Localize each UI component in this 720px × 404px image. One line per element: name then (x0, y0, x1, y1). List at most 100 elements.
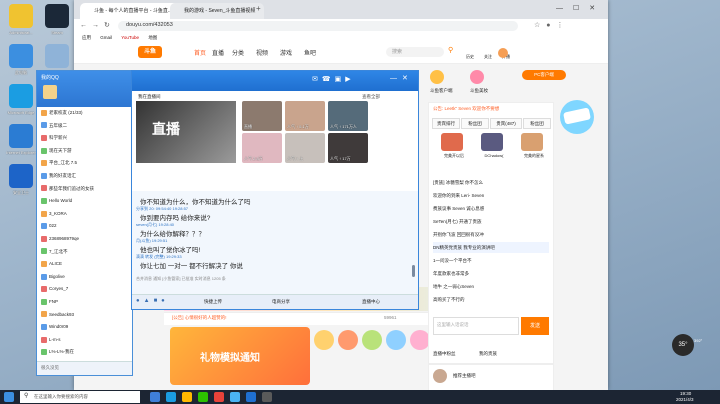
qq-list-item[interactable]: 老家校友 (21/33) (41, 109, 129, 117)
gift-icon[interactable] (362, 330, 382, 350)
recommend-card[interactable]: 推荐主播吧 (428, 364, 554, 392)
live-tab[interactable]: 我在直播间 (138, 94, 161, 100)
share-button[interactable]: 电商分享 (272, 299, 290, 305)
bookmark-item[interactable]: YouTube (121, 35, 139, 40)
chat-input[interactable]: 这里输入话说话 (433, 317, 519, 335)
nav-fishbar[interactable]: 鱼吧 (304, 48, 316, 57)
fans-list-title[interactable]: 直播中粉丝 (433, 351, 456, 357)
gifter-avatar[interactable] (441, 133, 463, 151)
stream-thumb[interactable]: 人气 ↑ 171万人 (328, 101, 368, 131)
clock-date[interactable]: 2021/4/3 (676, 397, 694, 402)
search-icon[interactable]: ⚲ (448, 46, 453, 54)
qq-list-item[interactable]: Wind0r09 (41, 323, 129, 331)
desktop-app-icon[interactable] (9, 124, 33, 148)
desktop-icon-label[interactable]: 此电脑 (4, 70, 38, 76)
qq-list-item[interactable]: FNP (41, 298, 129, 306)
pc-client-button[interactable]: PC客户端 (522, 70, 566, 80)
desktop-icon-label[interactable]: Administrat... (4, 30, 38, 35)
taskbar-app-icon[interactable] (246, 392, 256, 402)
scrollbar[interactable] (412, 265, 415, 277)
qq-list-item[interactable]: 7_江北不 (41, 248, 129, 256)
beauty-icon[interactable] (470, 70, 484, 84)
view-more-link[interactable]: 查看全部 (362, 94, 380, 100)
client-label[interactable]: 斗鱼客户端 (430, 88, 453, 94)
qq-list-item[interactable]: 平台_江北 7.5 (41, 159, 129, 167)
chat-tool-icons[interactable]: ●▲■● (136, 298, 169, 304)
site-search[interactable]: 搜索 (386, 47, 444, 57)
send-button[interactable]: 发送 (521, 317, 549, 335)
tab-vip-count[interactable]: 贵宾(487) (490, 118, 522, 129)
desktop-icon-label[interactable]: 安全卫士 (4, 190, 38, 196)
clock-time[interactable]: 19:30 (680, 391, 691, 396)
desktop-app-icon[interactable] (9, 4, 33, 28)
desktop-icon-label[interactable]: Internet Explorer (4, 150, 38, 155)
avatar[interactable] (43, 85, 57, 99)
beauty-label[interactable]: 斗鱼美妆 (470, 88, 488, 94)
qq-list-item[interactable]: 022 (41, 222, 129, 230)
qq-list-item[interactable]: 3_KORA (41, 210, 129, 218)
stream-thumb[interactable]: 人气 ↑ 5.1万 (285, 101, 325, 131)
qq-list-item[interactable]: L-m-s (41, 336, 129, 344)
taskbar-app-icon[interactable] (198, 392, 208, 402)
gifter-avatar[interactable] (481, 133, 503, 151)
qq-list-item[interactable]: 现在天下游 (41, 147, 129, 155)
browser-menu-icon[interactable]: ☆●⋮ (534, 21, 570, 29)
taskbar-search[interactable]: 在这里输入你要搜索的内容 ⚲ (20, 391, 140, 403)
bookmark-item[interactable]: 地图 (148, 35, 157, 40)
qq-list-item[interactable]: 五年级二 (41, 122, 129, 130)
gift-icon[interactable] (410, 330, 430, 350)
desktop-app-icon[interactable] (9, 164, 33, 188)
qq-list-item[interactable]: ALICE (41, 260, 129, 268)
bookmark-item[interactable]: 应用 (82, 35, 91, 40)
qq-list-item[interactable]: Hello World (41, 197, 129, 205)
stream-thumb[interactable]: 人气 ↑ 上 (285, 133, 325, 163)
url-field[interactable]: douyu.com/432053 (118, 21, 518, 31)
qq-bottom-label[interactable]: 很久没见 (41, 365, 59, 371)
avatar[interactable] (498, 48, 508, 58)
nav-arrows-icon[interactable]: ←→↻ (80, 21, 115, 29)
taskbar-app-icon[interactable] (262, 392, 272, 402)
qq-list-item[interactable]: Seedback93 (41, 311, 129, 319)
taskbar-app-icon[interactable] (166, 392, 176, 402)
taskbar-app-icon[interactable] (214, 392, 224, 402)
qq-list-item[interactable]: 我的好友话汇 (41, 172, 129, 180)
taskbar-app-icon[interactable] (230, 392, 240, 402)
desktop-app-icon[interactable] (9, 84, 33, 108)
qq-list-item[interactable]: 那些年我们追过的女孩 (41, 185, 129, 193)
gift-icon[interactable] (386, 330, 406, 350)
qq-list-item[interactable]: L%-L%-我在 (41, 348, 129, 356)
desktop-app-icon[interactable] (45, 44, 69, 68)
new-tab-button[interactable]: + (256, 4, 261, 13)
nav-live[interactable]: 直播 (212, 48, 224, 57)
desktop-app-icon[interactable] (45, 4, 69, 28)
douyu-logo[interactable]: 斗鱼 (138, 46, 162, 58)
window-controls[interactable]: —☐✕ (556, 4, 605, 12)
qq-list-item[interactable]: Bigolive (41, 273, 129, 281)
bookmark-item[interactable]: Gmail (100, 35, 112, 40)
qq-list-item[interactable]: 2368968979qe (41, 235, 129, 243)
gifter-avatar[interactable] (521, 133, 543, 151)
desktop-icon-label[interactable]: Steam (40, 30, 74, 35)
tab-fans[interactable]: 粉丝团 (461, 118, 489, 129)
gift-icon[interactable] (314, 330, 334, 350)
stream-thumb[interactable]: 直播 (242, 101, 282, 131)
promo-card[interactable]: 礼物模拟通知 (170, 327, 310, 385)
tab-vip-rank[interactable]: 贵宾排行 (432, 118, 460, 129)
desktop-icon-label[interactable]: Microsoft Edge (4, 110, 38, 115)
quick-upload[interactable]: 快捷上传 (204, 299, 222, 305)
qq-list-item[interactable]: Coryes_7 (41, 285, 129, 293)
nav-game[interactable]: 游戏 (280, 48, 292, 57)
start-icon[interactable] (4, 392, 14, 402)
nav-category[interactable]: 分类 (232, 48, 244, 57)
taskbar-app-icon[interactable] (150, 392, 160, 402)
gift-icon[interactable] (338, 330, 358, 350)
qq-list-item[interactable]: 科学新兴 (41, 134, 129, 142)
client-icon[interactable] (430, 70, 444, 84)
live-stream-thumb[interactable]: 直播 (136, 101, 236, 163)
chat-header-icons[interactable]: ✉☎▣▶ (312, 75, 355, 83)
tab-fans-group[interactable]: 粉丝团 (523, 118, 551, 129)
weather-widget[interactable]: 35° (672, 334, 694, 356)
desktop-app-icon[interactable] (9, 44, 33, 68)
tab-game[interactable]: 我的游戏 - Seven_斗鱼直播视频 (170, 3, 264, 19)
stream-thumb[interactable]: 人气 2.8万 (242, 133, 282, 163)
